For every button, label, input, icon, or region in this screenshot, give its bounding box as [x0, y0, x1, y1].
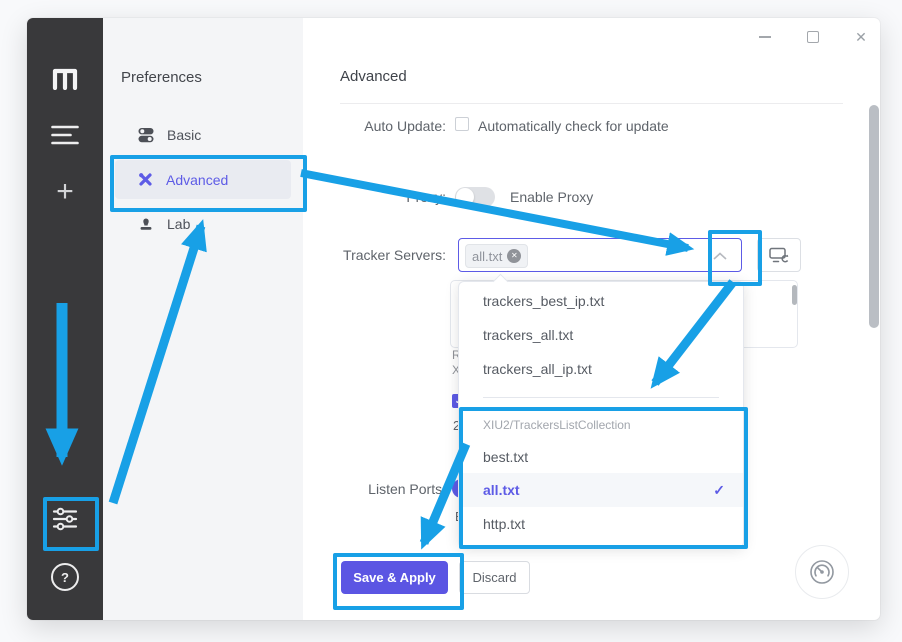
task-list-icon[interactable]: [27, 124, 103, 146]
sidebar-item-basic[interactable]: Basic: [115, 116, 291, 154]
tools-icon: [138, 172, 153, 187]
sidebar-item-label: Basic: [167, 127, 201, 143]
maximize-icon: [807, 31, 819, 43]
speed-limit-button[interactable]: [795, 545, 849, 599]
lab-stamp-icon: [138, 217, 154, 232]
motrix-logo-icon: [27, 62, 103, 92]
sidebar: + ?: [27, 18, 103, 620]
sidebar-item-label: Advanced: [166, 172, 228, 188]
dropdown-item[interactable]: trackers_best_ip.txt: [459, 284, 743, 318]
chevron-up-icon[interactable]: [713, 252, 727, 260]
tracker-dropdown: trackers_best_ip.txt trackers_all.txt tr…: [458, 281, 744, 548]
dropdown-divider: [483, 397, 719, 398]
screenshot-root: + ? Preferences: [0, 0, 902, 642]
close-icon: ✕: [855, 30, 867, 44]
dropdown-item[interactable]: trackers_all_ip.txt: [459, 352, 743, 386]
dropdown-item[interactable]: http.txt: [459, 507, 743, 541]
maximize-button[interactable]: [802, 26, 824, 48]
dropdown-item-label: all.txt: [483, 482, 520, 498]
question-mark-glyph: ?: [51, 563, 79, 591]
tag-label: all.txt: [472, 249, 502, 264]
gauge-icon: [809, 559, 835, 585]
textarea-scrollbar[interactable]: [792, 285, 797, 305]
proxy-toggle[interactable]: [455, 187, 495, 207]
auto-update-checkbox[interactable]: [455, 117, 469, 131]
close-button[interactable]: ✕: [850, 26, 872, 48]
proxy-label: Proxy:: [406, 189, 446, 205]
dropdown-item[interactable]: best.txt: [459, 440, 743, 474]
sidebar-item-label: Lab: [167, 216, 190, 232]
minimize-icon: [759, 36, 771, 38]
add-task-icon[interactable]: +: [27, 176, 103, 208]
main-scrollbar[interactable]: [869, 105, 879, 328]
dropdown-item[interactable]: trackers_all.txt: [459, 318, 743, 352]
tracker-servers-select[interactable]: all.txt ✕: [458, 238, 742, 272]
page-title: Advanced: [340, 68, 407, 85]
title-divider: [340, 103, 843, 104]
tag-remove-icon[interactable]: ✕: [507, 249, 521, 263]
app-window: + ? Preferences: [27, 18, 880, 620]
plus-glyph: +: [56, 177, 74, 207]
tracker-servers-label: Tracker Servers:: [343, 247, 446, 263]
toggle-knob: [456, 188, 474, 206]
auto-update-checkbox-label[interactable]: Automatically check for update: [478, 118, 669, 134]
selected-tracker-tag: all.txt ✕: [465, 244, 528, 268]
preferences-title: Preferences: [121, 69, 202, 86]
sidebar-item-lab[interactable]: Lab: [115, 205, 291, 243]
minimize-button[interactable]: [754, 26, 776, 48]
toggles-icon: [138, 127, 154, 143]
discard-button[interactable]: Discard: [459, 561, 530, 594]
help-icon[interactable]: ?: [27, 563, 103, 591]
dropdown-group-label: XIU2/TrackersListCollection: [483, 414, 631, 436]
preferences-panel: Preferences Basic Advanced: [103, 18, 303, 620]
settings-icon[interactable]: [27, 505, 103, 533]
check-icon: ✓: [713, 473, 725, 507]
dropdown-item-selected[interactable]: all.txt ✓: [459, 473, 743, 507]
listen-ports-label: Listen Ports:: [368, 481, 446, 497]
save-apply-button[interactable]: Save & Apply: [341, 561, 448, 594]
sync-trackers-button[interactable]: [757, 238, 801, 272]
auto-update-label: Auto Update:: [364, 118, 446, 134]
sync-icon: [769, 247, 789, 264]
proxy-toggle-label: Enable Proxy: [510, 189, 593, 205]
sidebar-item-advanced[interactable]: Advanced: [115, 160, 291, 199]
